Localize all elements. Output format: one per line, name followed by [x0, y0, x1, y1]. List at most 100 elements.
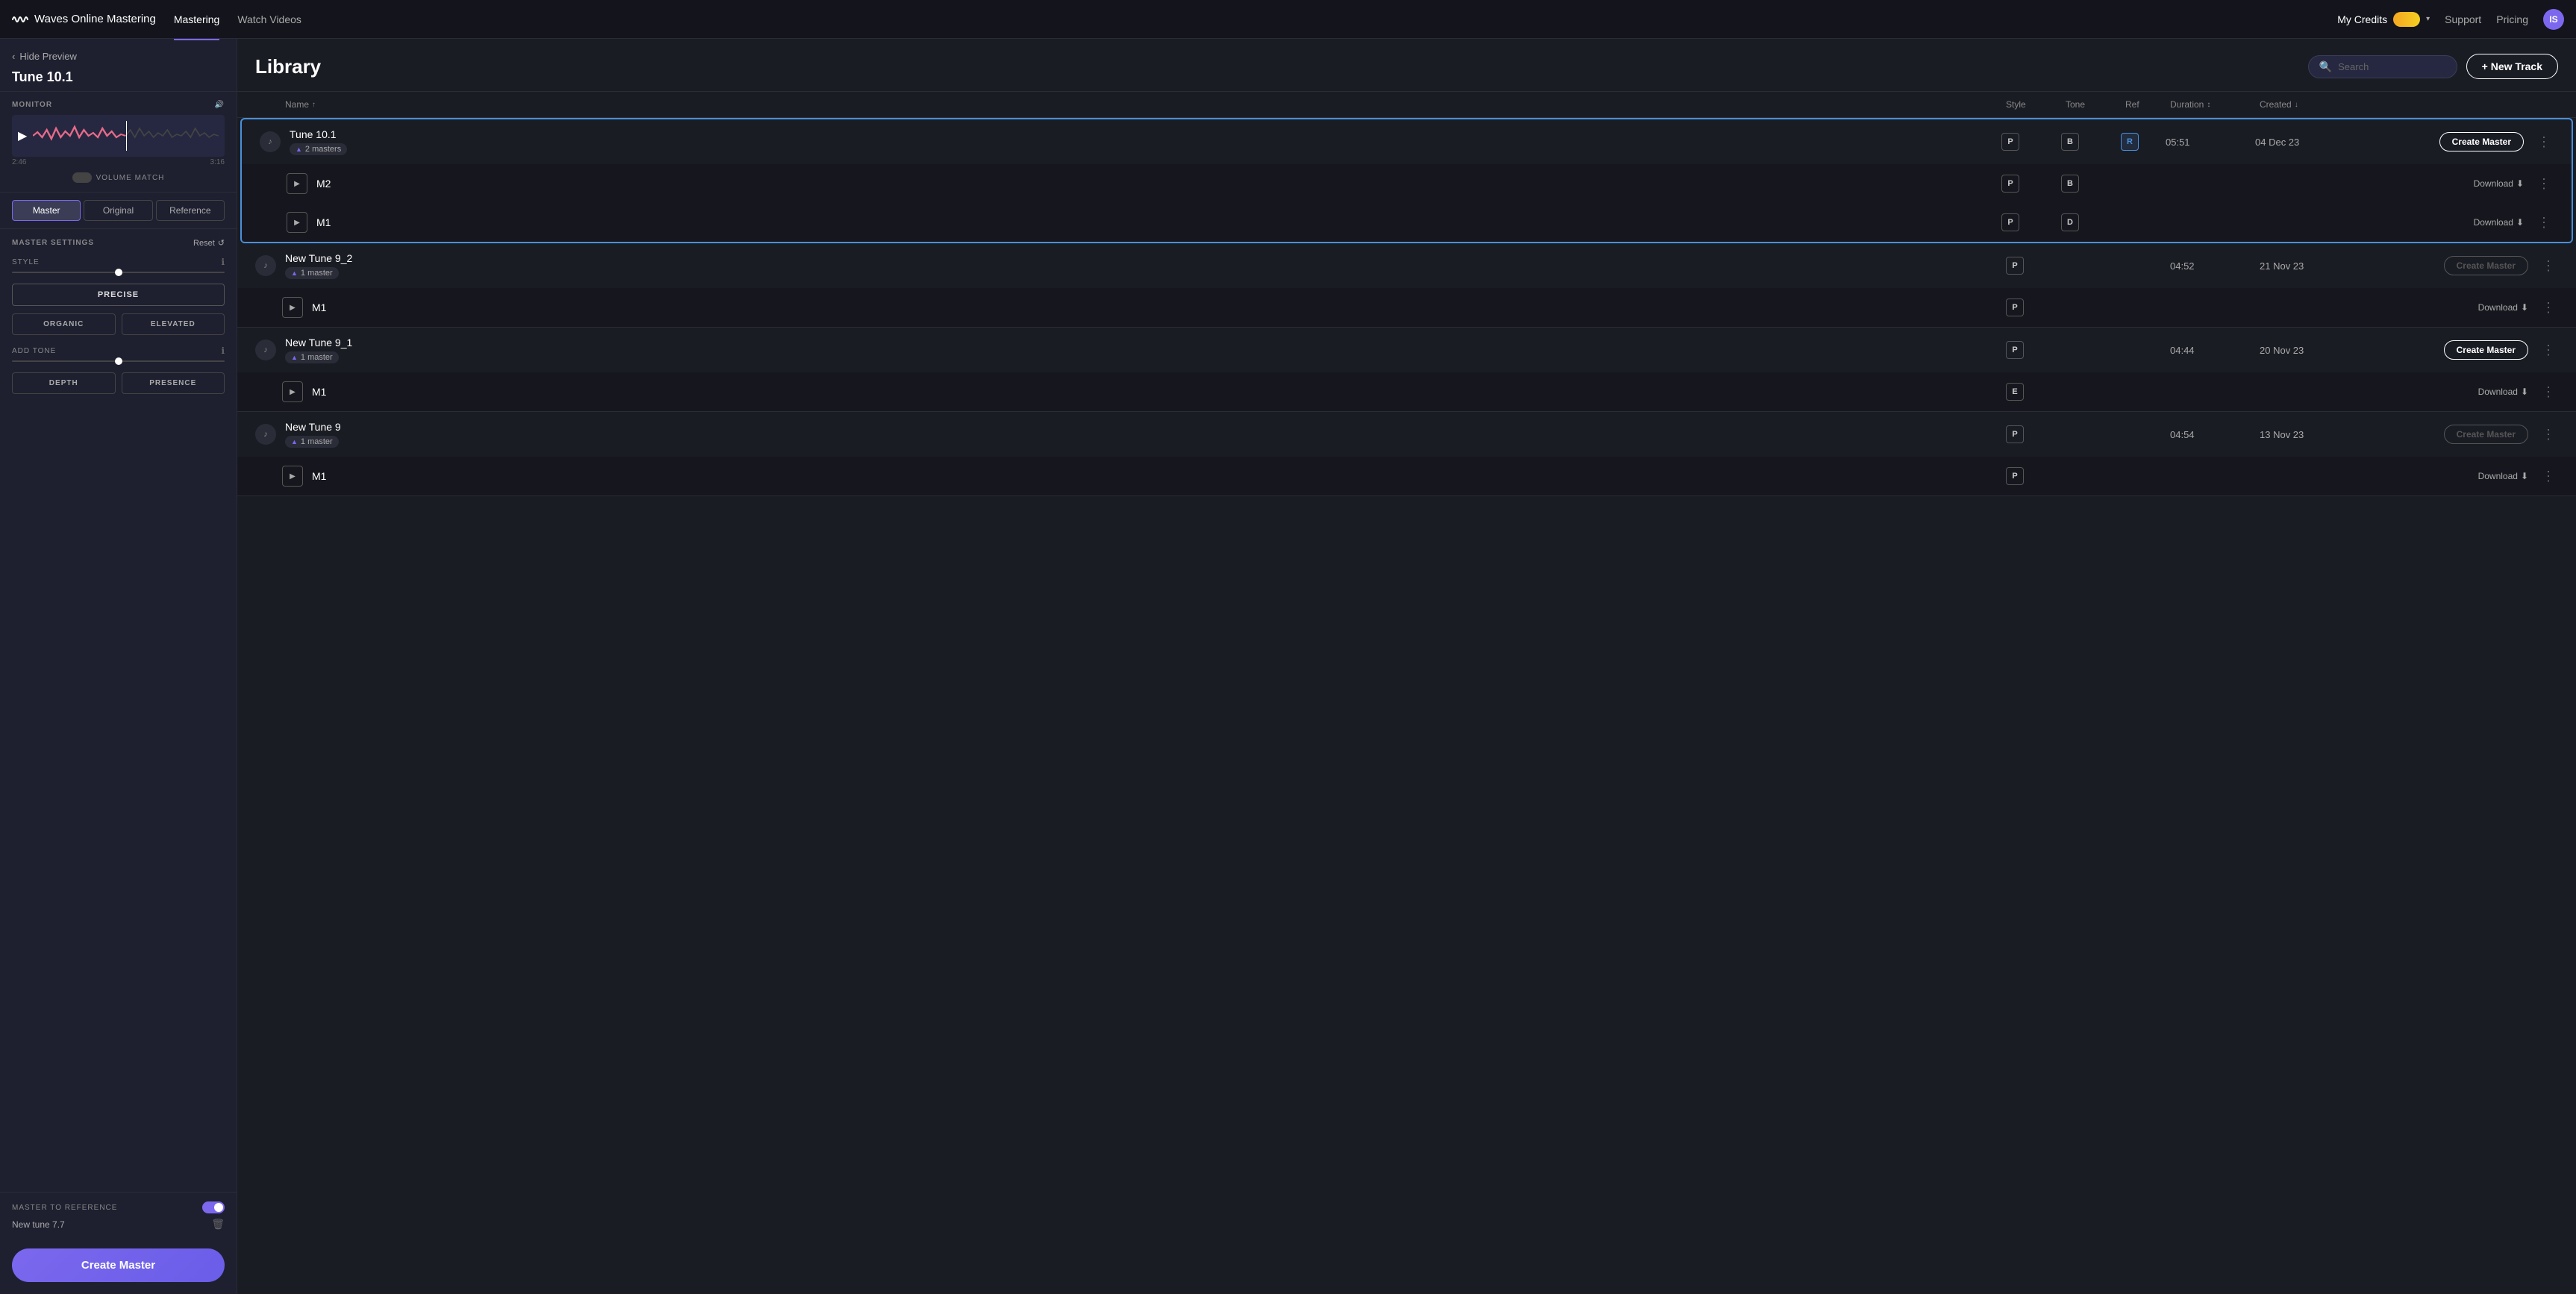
style-cell-m2: P — [2001, 175, 2061, 193]
created-newtune91: 20 Nov 23 — [2260, 345, 2379, 356]
duration-newtune9: 04:54 — [2170, 429, 2260, 440]
create-master-btn-newtune91[interactable]: Create Master — [2444, 340, 2528, 360]
support-link[interactable]: Support — [2445, 13, 2481, 25]
more-icon-tune10[interactable]: ⋮ — [2534, 134, 2554, 150]
style-organic[interactable]: ORGANIC — [12, 313, 116, 335]
credits-toggle[interactable] — [2393, 12, 2420, 27]
create-master-btn-newtune9[interactable]: Create Master — [2444, 425, 2528, 444]
track-row-newtune92-m1[interactable]: ▶ M1 P Download ⬇ — [237, 288, 2576, 327]
more-newtune92-m1: ⋮ — [2528, 300, 2558, 316]
more-icon-newtune9[interactable]: ⋮ — [2539, 427, 2558, 443]
create-master-sidebar-button[interactable]: Create Master — [12, 1248, 225, 1282]
new-track-button[interactable]: + New Track — [2466, 54, 2558, 79]
ref-section: MASTER TO REFERENCE New tune 7.7 🗑 — [0, 1192, 237, 1240]
more-icon-m2[interactable]: ⋮ — [2534, 176, 2554, 192]
tab-original[interactable]: Original — [84, 200, 152, 221]
style-badge-newtune9: P — [2006, 425, 2024, 443]
play-button-newtune92-m1[interactable]: ▶ — [282, 297, 303, 318]
monitor-label-row: MONITOR 🔊 — [12, 101, 225, 109]
chevron-left-icon: ‹ — [12, 51, 15, 62]
track-row-newtune91[interactable]: ♪ New Tune 9_1 ▲ 1 master P 04:44 20 — [237, 328, 2576, 372]
track-row-newtune9-m1[interactable]: ▶ M1 P Download ⬇ — [237, 457, 2576, 496]
tone-presence[interactable]: PRESENCE — [122, 372, 225, 394]
volume-match-toggle[interactable] — [72, 172, 92, 183]
th-created[interactable]: Created ↓ — [2260, 99, 2379, 110]
style-cell-m1-tune10: P — [2001, 213, 2061, 231]
time-end: 3:16 — [210, 158, 225, 166]
create-master-btn-newtune92[interactable]: Create Master — [2444, 256, 2528, 275]
reset-button[interactable]: Reset ↺ — [193, 238, 225, 248]
ref-track-name: New tune 7.7 — [12, 1219, 65, 1230]
track-row-tune10-m1[interactable]: ▶ M1 P D Download — [242, 203, 2572, 242]
track-name-newtune91-m1: M1 — [312, 386, 2006, 398]
play-button-newtune91-m1[interactable]: ▶ — [282, 381, 303, 402]
play-button-m1-tune10[interactable]: ▶ — [287, 212, 307, 233]
hide-preview-button[interactable]: ‹ Hide Preview — [12, 51, 225, 62]
pricing-link[interactable]: Pricing — [2496, 13, 2528, 25]
nav-mastering[interactable]: Mastering — [174, 10, 219, 28]
waveform-play-button[interactable]: ▶ — [18, 128, 27, 143]
tone-info-icon[interactable]: ℹ — [221, 346, 225, 356]
credits-chevron-icon: ▾ — [2426, 15, 2430, 23]
th-name[interactable]: Name ↑ — [285, 99, 2006, 110]
style-elevated[interactable]: ELEVATED — [122, 313, 225, 335]
download-btn-m2[interactable]: Download ⬇ — [2474, 178, 2524, 189]
track-row-newtune91-m1[interactable]: ▶ M1 E Download ⬇ — [237, 372, 2576, 411]
delete-ref-icon[interactable]: 🗑 — [211, 1218, 225, 1231]
more-icon-newtune92-m1[interactable]: ⋮ — [2539, 300, 2558, 316]
download-btn-newtune9-m1[interactable]: Download ⬇ — [2478, 471, 2528, 481]
monitor-label-text: MONITOR — [12, 101, 52, 109]
user-avatar[interactable]: IS — [2543, 9, 2564, 30]
tone-cell-m2: B — [2061, 175, 2121, 193]
more-icon-newtune92[interactable]: ⋮ — [2539, 258, 2558, 274]
style-slider[interactable] — [12, 272, 225, 273]
tone-slider[interactable] — [12, 360, 225, 362]
track-row-newtune9[interactable]: ♪ New Tune 9 ▲ 1 master P 04:54 13 N — [237, 412, 2576, 457]
track-row-tune10[interactable]: ♪ Tune 10.1 ▲ 2 masters P B — [242, 119, 2572, 164]
download-icon-newtune91-m1: ⬇ — [2521, 387, 2528, 397]
track-name-cell-newtune91-m1: M1 — [312, 386, 2006, 398]
track-row-tune10-m2[interactable]: ▶ M2 P B Download — [242, 164, 2572, 203]
more-icon-m1-tune10[interactable]: ⋮ — [2534, 215, 2554, 231]
volume-match-label: VOLUME MATCH — [96, 174, 165, 182]
download-btn-m1-tune10[interactable]: Download ⬇ — [2474, 217, 2524, 228]
my-credits-button[interactable]: My Credits ▾ — [2337, 12, 2430, 27]
style-slider-thumb[interactable] — [115, 269, 122, 276]
download-btn-newtune92-m1[interactable]: Download ⬇ — [2478, 302, 2528, 313]
volume-icon[interactable]: 🔊 — [215, 101, 225, 109]
search-input[interactable] — [2338, 61, 2446, 72]
tab-master[interactable]: Master — [12, 200, 81, 221]
nav-watch-videos[interactable]: Watch Videos — [237, 10, 301, 28]
th-tone[interactable]: Tone — [2066, 99, 2125, 110]
th-ref[interactable]: Ref — [2125, 99, 2170, 110]
style-info-icon[interactable]: ℹ — [221, 257, 225, 267]
master-to-ref-toggle[interactable] — [202, 1201, 225, 1213]
ref-header: MASTER TO REFERENCE — [12, 1201, 225, 1213]
download-btn-newtune91-m1[interactable]: Download ⬇ — [2478, 387, 2528, 397]
actions-newtune92-m1: Download ⬇ — [2379, 302, 2528, 313]
tone-slider-thumb[interactable] — [115, 357, 122, 365]
more-newtune9-m1: ⋮ — [2528, 469, 2558, 484]
tab-reference[interactable]: Reference — [156, 200, 225, 221]
play-button-m2[interactable]: ▶ — [287, 173, 307, 194]
track-row-newtune92[interactable]: ♪ New Tune 9_2 ▲ 1 master P 04:52 21 — [237, 243, 2576, 288]
create-master-btn-tune10[interactable]: Create Master — [2439, 132, 2524, 151]
th-duration[interactable]: Duration ↕ — [2170, 99, 2260, 110]
tone-depth[interactable]: DEPTH — [12, 372, 116, 394]
style-precise-badge[interactable]: PRECISE — [12, 284, 225, 306]
play-button-newtune9-m1[interactable]: ▶ — [282, 466, 303, 487]
style-cell-tune10: P — [2001, 133, 2061, 151]
top-navigation: Waves Online Mastering Mastering Watch V… — [0, 0, 2576, 39]
reset-icon: ↺ — [218, 238, 225, 248]
th-style[interactable]: Style — [2006, 99, 2066, 110]
more-icon-newtune9-m1[interactable]: ⋮ — [2539, 469, 2558, 484]
my-credits-label: My Credits — [2337, 13, 2387, 25]
style-options-grid: ORGANIC ELEVATED — [12, 313, 225, 335]
more-icon-newtune91-m1[interactable]: ⋮ — [2539, 384, 2558, 400]
more-newtune91: ⋮ — [2528, 343, 2558, 358]
track-name-cell-newtune92-m1: M1 — [312, 301, 2006, 313]
track-name-cell-newtune9-m1: M1 — [312, 470, 2006, 482]
waves-logo-icon — [12, 13, 28, 25]
created-sort-icon: ↓ — [2295, 101, 2298, 109]
more-icon-newtune91[interactable]: ⋮ — [2539, 343, 2558, 358]
